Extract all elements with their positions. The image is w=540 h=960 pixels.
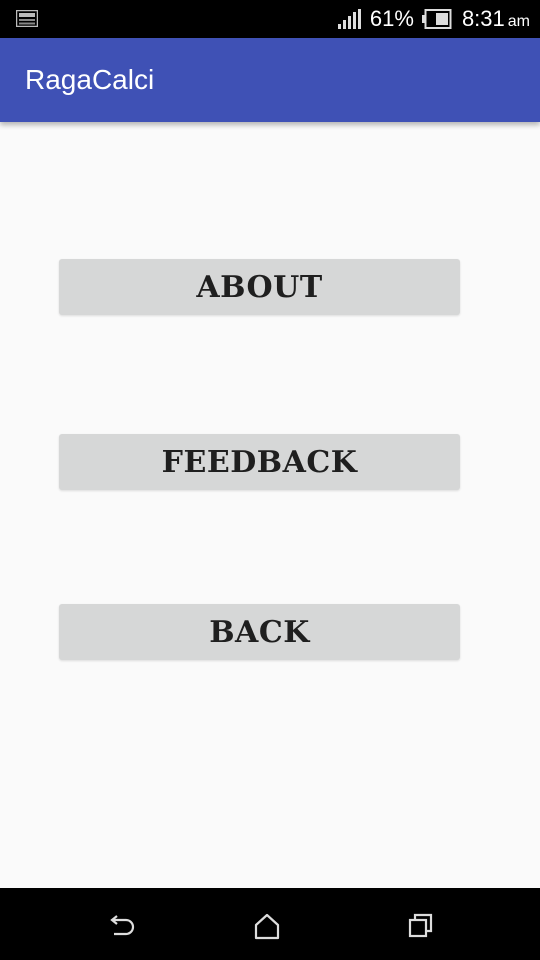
nav-home-button[interactable] (237, 906, 297, 946)
clock: 8:31 am (461, 6, 530, 31)
nav-back-button[interactable] (91, 906, 151, 946)
recent-apps-icon (408, 913, 433, 938)
status-right: 61% 8:31 am (337, 0, 530, 38)
home-icon (254, 913, 280, 940)
navigation-bar (0, 888, 540, 960)
back-button[interactable]: BACK (59, 604, 460, 660)
nav-recent-button[interactable] (391, 906, 451, 946)
notification-icon (16, 10, 38, 27)
signal-icon (337, 9, 361, 29)
battery-icon (421, 9, 452, 29)
battery-percent: 61% (369, 6, 414, 31)
back-icon (110, 915, 135, 936)
status-bar: 61% 8:31 am (0, 0, 540, 38)
feedback-button[interactable]: FEEDBACK (59, 434, 460, 490)
app-bar: RagaCalci (0, 38, 540, 122)
about-button[interactable]: ABOUT (59, 259, 460, 315)
app-title: RagaCalci (25, 64, 155, 95)
screen: 61% 8:31 am RagaCalci ABOUT FEEDBACK BACK (0, 0, 540, 960)
